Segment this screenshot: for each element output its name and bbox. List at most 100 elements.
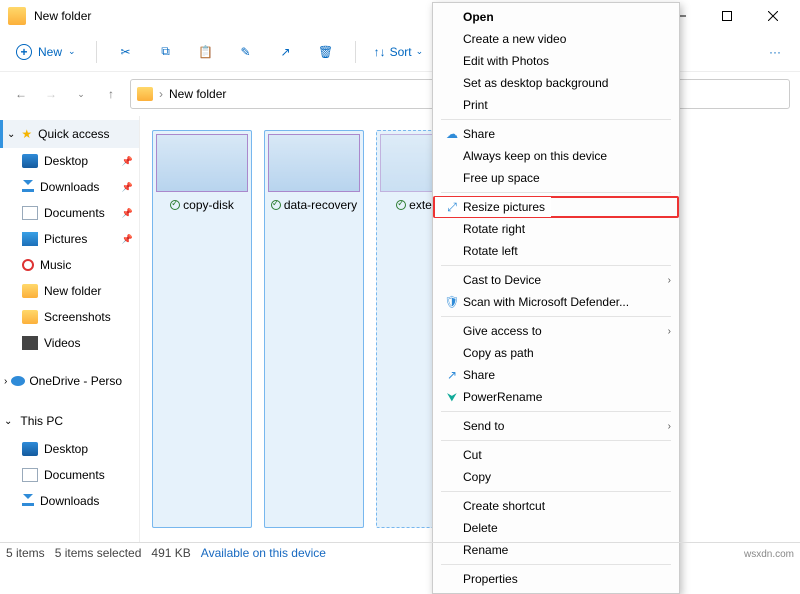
- up-button[interactable]: ↑: [100, 83, 122, 105]
- sidebar-item-newfolder[interactable]: New folder: [0, 278, 139, 304]
- ctx-copy[interactable]: Copy: [433, 466, 679, 488]
- ctx-create-video[interactable]: Create a new video: [433, 28, 679, 50]
- sync-icon: [396, 200, 406, 210]
- new-button[interactable]: + New ⌄: [8, 40, 84, 64]
- delete-icon[interactable]: 🗑: [309, 38, 343, 66]
- download-icon: [22, 496, 34, 506]
- copy-icon[interactable]: ⧉: [149, 38, 183, 66]
- nav-sidebar: ⌄ ★ Quick access Desktop📌 Downloads📌 Doc…: [0, 116, 140, 542]
- folder-icon: [22, 310, 38, 324]
- document-icon: [22, 468, 38, 482]
- label: Documents: [44, 468, 105, 482]
- label: Pictures: [44, 232, 87, 246]
- resize-icon: ⤢: [441, 200, 463, 215]
- label: Documents: [44, 206, 105, 220]
- separator: [441, 192, 671, 193]
- ctx-resize-pictures[interactable]: ⤢Resize pictures: [433, 196, 679, 218]
- quick-access-label: Quick access: [38, 127, 109, 141]
- ctx-print[interactable]: Print: [433, 94, 679, 116]
- separator: [441, 316, 671, 317]
- ctx-cast[interactable]: Cast to Device›: [433, 269, 679, 291]
- share-icon[interactable]: ↗: [269, 38, 303, 66]
- ctx-delete[interactable]: Delete: [433, 517, 679, 539]
- ctx-always-keep[interactable]: Always keep on this device: [433, 145, 679, 167]
- forward-button[interactable]: →: [40, 83, 62, 105]
- recent-button[interactable]: ⌄: [70, 83, 92, 105]
- sort-button[interactable]: ↑↓ Sort ⌄: [368, 41, 430, 63]
- thispc-header[interactable]: ⌄This PC: [0, 406, 139, 436]
- ctx-send-to[interactable]: Send to›: [433, 415, 679, 437]
- address-row: ← → ⌄ ↑ › New folder: [0, 72, 800, 116]
- paste-icon[interactable]: 📋: [189, 38, 223, 66]
- cut-icon[interactable]: ✂: [109, 38, 143, 66]
- ctx-powerrename[interactable]: ⮟PowerRename: [433, 386, 679, 408]
- close-button[interactable]: [750, 1, 796, 31]
- chevron-right-icon: ›: [668, 326, 671, 337]
- pictures-icon: [22, 232, 38, 246]
- more-button[interactable]: ···: [758, 38, 792, 66]
- ctx-rotate-right[interactable]: Rotate right: [433, 218, 679, 240]
- thumbnail: [268, 134, 360, 192]
- chevron-down-icon: ⌄: [7, 129, 15, 140]
- shield-icon: 🛡: [441, 295, 463, 309]
- breadcrumb[interactable]: New folder: [169, 87, 226, 101]
- divider: [96, 41, 97, 63]
- ctx-shortcut[interactable]: Create shortcut: [433, 495, 679, 517]
- file-item[interactable]: copy-disk: [152, 130, 252, 528]
- ctx-give-access[interactable]: Give access to›: [433, 320, 679, 342]
- breadcrumb-sep: ›: [159, 87, 163, 101]
- onedrive-header[interactable]: ›OneDrive - Perso: [0, 366, 139, 396]
- rename-icon: ⮟: [441, 390, 463, 405]
- pc-item-documents[interactable]: Documents: [0, 462, 139, 488]
- maximize-button[interactable]: [704, 1, 750, 31]
- ctx-set-bg[interactable]: Set as desktop background: [433, 72, 679, 94]
- ctx-cut[interactable]: Cut: [433, 444, 679, 466]
- sidebar-item-videos[interactable]: Videos: [0, 330, 139, 356]
- sidebar-item-documents[interactable]: Documents📌: [0, 200, 139, 226]
- separator: [441, 119, 671, 120]
- sync-icon: [271, 200, 281, 210]
- plus-icon: +: [16, 44, 32, 60]
- ctx-properties[interactable]: Properties: [433, 568, 679, 590]
- quick-access-header[interactable]: ⌄ ★ Quick access: [0, 120, 139, 148]
- ctx-rotate-left[interactable]: Rotate left: [433, 240, 679, 262]
- ctx-share[interactable]: ☁Share: [433, 123, 679, 145]
- sidebar-item-desktop[interactable]: Desktop📌: [0, 148, 139, 174]
- folder-icon: [8, 7, 26, 25]
- rename-icon[interactable]: ✎: [229, 38, 263, 66]
- chevron-down-icon: ⌄: [68, 46, 76, 57]
- title-bar: New folder: [0, 0, 800, 32]
- video-icon: [22, 336, 38, 350]
- pc-item-downloads[interactable]: Downloads: [0, 488, 139, 514]
- ctx-edit-photos[interactable]: Edit with Photos: [433, 50, 679, 72]
- pin-icon: 📌: [122, 182, 133, 193]
- download-icon: [22, 182, 34, 192]
- ctx-free-up[interactable]: Free up space: [433, 167, 679, 189]
- sidebar-item-downloads[interactable]: Downloads 📌: [0, 174, 139, 200]
- file-item[interactable]: data-recovery: [264, 130, 364, 528]
- pin-icon: 📌: [122, 156, 133, 167]
- label: Downloads: [40, 494, 99, 508]
- separator: [441, 411, 671, 412]
- ctx-open[interactable]: Open: [433, 6, 679, 28]
- label: This PC: [20, 414, 63, 428]
- label: Downloads: [40, 180, 99, 194]
- watermark: wsxdn.com: [744, 549, 794, 560]
- music-icon: [22, 259, 34, 271]
- ctx-copy-path[interactable]: Copy as path: [433, 342, 679, 364]
- sidebar-item-pictures[interactable]: Pictures 📌: [0, 226, 139, 252]
- chevron-down-icon: ⌄: [416, 46, 424, 57]
- star-icon: ★: [21, 127, 32, 141]
- folder-icon: [22, 284, 38, 298]
- pc-item-desktop[interactable]: Desktop: [0, 436, 139, 462]
- ctx-share2[interactable]: ↗Share: [433, 364, 679, 386]
- sidebar-item-screenshots[interactable]: Screenshots: [0, 304, 139, 330]
- sidebar-item-music[interactable]: Music: [0, 252, 139, 278]
- label: Music: [40, 258, 71, 272]
- toolbar: + New ⌄ ✂ ⧉ 📋 ✎ ↗ 🗑 ↑↓ Sort ⌄ ···: [0, 32, 800, 72]
- back-button[interactable]: ←: [10, 83, 32, 105]
- ctx-scan[interactable]: 🛡Scan with Microsoft Defender...: [433, 291, 679, 313]
- status-count: 5 items: [6, 546, 45, 560]
- chevron-right-icon: ›: [4, 376, 7, 387]
- pin-icon: 📌: [122, 234, 133, 245]
